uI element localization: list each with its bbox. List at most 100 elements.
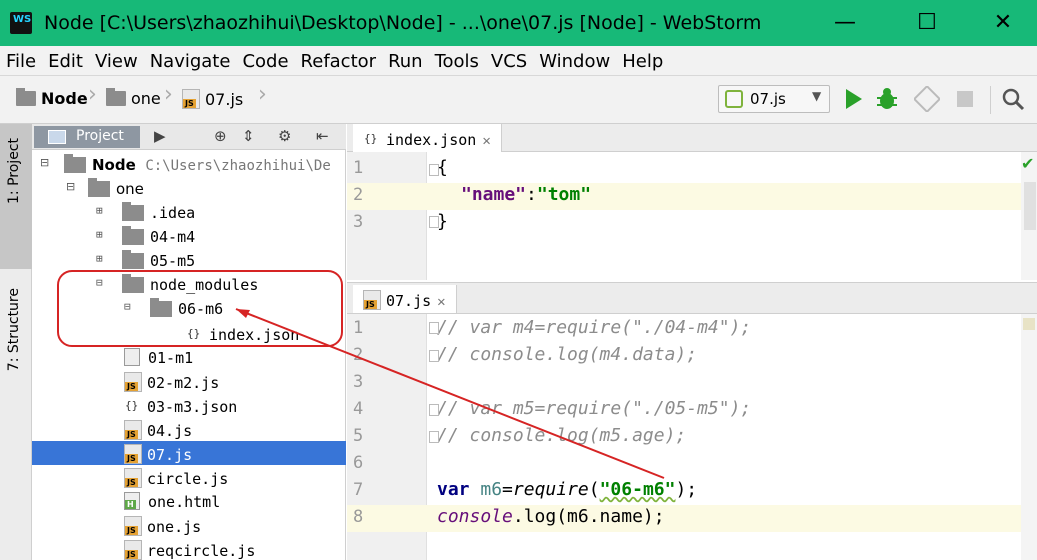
js-file-icon <box>124 540 142 560</box>
chevron-down-icon: ▼ <box>812 89 822 103</box>
window-title: Node [C:\Users\zhaozhihui\Desktop\Node] … <box>44 12 762 34</box>
tab-index-json[interactable]: index.json✕ <box>353 124 502 152</box>
code-line: 5 // console.log(m5.age); <box>353 425 687 446</box>
collapse-toggle-icon[interactable]: ⊟ <box>124 300 131 313</box>
tree-item-02-m2-js[interactable]: 02-m2.js <box>32 369 346 393</box>
breadcrumb-one[interactable]: one <box>106 88 161 108</box>
expand-toggle-icon[interactable]: ⊞ <box>96 204 103 217</box>
menu-run[interactable]: Run <box>382 46 429 72</box>
code-line: 2 // console.log(m4.data); <box>353 344 698 365</box>
expand-toggle-icon[interactable]: ⊞ <box>96 252 103 265</box>
js-file-icon <box>124 468 142 488</box>
coverage-icon[interactable] <box>914 86 940 112</box>
run-configuration-select[interactable]: 07.js ▼ <box>718 85 830 113</box>
crosshair-icon[interactable]: ⊕ <box>214 127 227 145</box>
minimize-button[interactable]: — <box>830 8 860 38</box>
editor-07-js[interactable]: 1 // var m4=require("./04-m4"); 2 // con… <box>347 314 1037 560</box>
collapse-toggle-icon[interactable]: ⊟ <box>66 180 75 193</box>
search-icon[interactable] <box>1000 86 1026 112</box>
project-tool-button[interactable]: 1: Project <box>0 124 32 269</box>
warning-marker <box>1023 318 1035 330</box>
play-arrow-icon[interactable]: ▶ <box>154 127 166 145</box>
folder-icon <box>88 178 110 197</box>
maximize-button[interactable]: ☐ <box>912 8 942 38</box>
close-button[interactable]: ✕ <box>988 8 1018 38</box>
tree-item-idea[interactable]: ⊞ .idea <box>32 201 346 225</box>
close-tab-icon[interactable]: ✕ <box>482 133 490 149</box>
tab-07-js[interactable]: 07.js✕ <box>353 285 457 313</box>
html-file-icon <box>124 492 140 510</box>
folder-icon <box>122 250 144 269</box>
check-icon: ✔ <box>1021 154 1035 173</box>
breadcrumb-07js[interactable]: 07.js <box>182 89 243 109</box>
fold-marker-icon[interactable] <box>429 164 439 176</box>
js-file-icon <box>124 372 142 392</box>
code-line: 3 <box>353 372 364 392</box>
tree-item-circle-js[interactable]: circle.js <box>32 465 346 489</box>
tree-item-one-js[interactable]: one.js <box>32 513 346 537</box>
menu-window[interactable]: Window <box>533 46 616 72</box>
code-line: 3 } <box>353 211 448 232</box>
menu-navigate[interactable]: Navigate <box>144 46 237 72</box>
collapse-toggle-icon[interactable]: ⊟ <box>40 156 49 169</box>
scroll-thumb[interactable] <box>1024 182 1036 230</box>
tree-item-reqcircle-js[interactable]: reqcircle.js <box>32 537 346 560</box>
tree-item-04-js[interactable]: 04.js <box>32 417 346 441</box>
tree-item-03-m3-json[interactable]: 03-m3.json <box>32 393 346 417</box>
close-tab-icon[interactable]: ✕ <box>437 294 445 310</box>
structure-tool-button[interactable]: 7: Structure <box>0 282 32 422</box>
editor-scrollbar[interactable]: ✔ <box>1021 152 1037 280</box>
editor-tabs-bottom: 07.js✕ <box>347 282 1037 314</box>
menu-help[interactable]: Help <box>616 46 669 72</box>
code-line-current: 2 "name":"tom" <box>347 183 1037 210</box>
menu-refactor[interactable]: Refactor <box>295 46 383 72</box>
hide-panel-icon[interactable]: ⇤ <box>316 127 329 145</box>
tree-item-06-m6[interactable]: ⊟ 06-m6 <box>32 297 346 321</box>
fold-marker-icon[interactable] <box>429 431 439 443</box>
title-bar: Node [C:\Users\zhaozhihui\Desktop\Node] … <box>0 0 1037 46</box>
tree-item-node-modules[interactable]: ⊟ node_modules <box>32 273 346 297</box>
tree-item-04-m4[interactable]: ⊞ 04-m4 <box>32 225 346 249</box>
editor-scrollbar[interactable] <box>1021 314 1037 560</box>
tree-item-node-root[interactable]: ⊟ Node C:\Users\zhaozhihui\De <box>32 153 346 177</box>
menu-vcs[interactable]: VCS <box>485 46 533 72</box>
menu-code[interactable]: Code <box>236 46 294 72</box>
stop-icon[interactable] <box>952 86 978 112</box>
tree-item-07-js[interactable]: 07.js <box>32 441 346 465</box>
fold-marker-icon[interactable] <box>429 350 439 362</box>
nodejs-icon <box>725 90 743 108</box>
gear-icon[interactable]: ⚙ <box>278 127 291 145</box>
tree-item-01-m1[interactable]: 01-m1 <box>32 345 346 369</box>
menu-bar: File Edit View Navigate Code Refactor Ru… <box>0 46 1037 76</box>
chevron-right-icon: › <box>88 82 97 107</box>
fold-marker-icon[interactable] <box>429 216 439 228</box>
js-file-icon <box>124 420 142 440</box>
folder-icon <box>150 298 172 317</box>
fold-marker-icon[interactable] <box>429 404 439 416</box>
breadcrumb-node[interactable]: Node <box>16 88 88 108</box>
tree-item-one[interactable]: ⊟ one <box>32 177 346 201</box>
chevron-right-icon: › <box>164 82 173 107</box>
menu-edit[interactable]: Edit <box>42 46 89 72</box>
expand-toggle-icon[interactable]: ⊞ <box>96 228 103 241</box>
run-icon[interactable] <box>840 86 866 112</box>
project-view-tab[interactable]: Project <box>34 126 140 148</box>
tree-item-index-json[interactable]: index.json <box>32 321 346 345</box>
fold-marker-icon[interactable] <box>429 322 439 334</box>
folder-icon <box>64 154 86 173</box>
project-panel-header: Project ▶ ⊕ ⇕ ⚙ ⇤ <box>32 124 346 150</box>
menu-view[interactable]: View <box>89 46 144 72</box>
json-file-icon <box>186 324 204 344</box>
js-file-icon <box>363 290 381 310</box>
editor-index-json[interactable]: 1 { 2 "name":"tom" 3 } ✔ <box>347 152 1037 280</box>
debug-icon[interactable] <box>874 86 900 112</box>
chevron-right-icon: › <box>258 82 267 107</box>
menu-file[interactable]: File <box>0 46 42 72</box>
project-icon <box>48 130 66 144</box>
collapse-toggle-icon[interactable]: ⊟ <box>96 276 103 289</box>
project-panel: Project ▶ ⊕ ⇕ ⚙ ⇤ ⊟ Node C:\Users\zhaozh… <box>32 124 346 560</box>
tree-item-05-m5[interactable]: ⊞ 05-m5 <box>32 249 346 273</box>
tree-item-one-html[interactable]: one.html <box>32 489 346 513</box>
collapse-icon[interactable]: ⇕ <box>242 127 255 145</box>
menu-tools[interactable]: Tools <box>429 46 485 72</box>
